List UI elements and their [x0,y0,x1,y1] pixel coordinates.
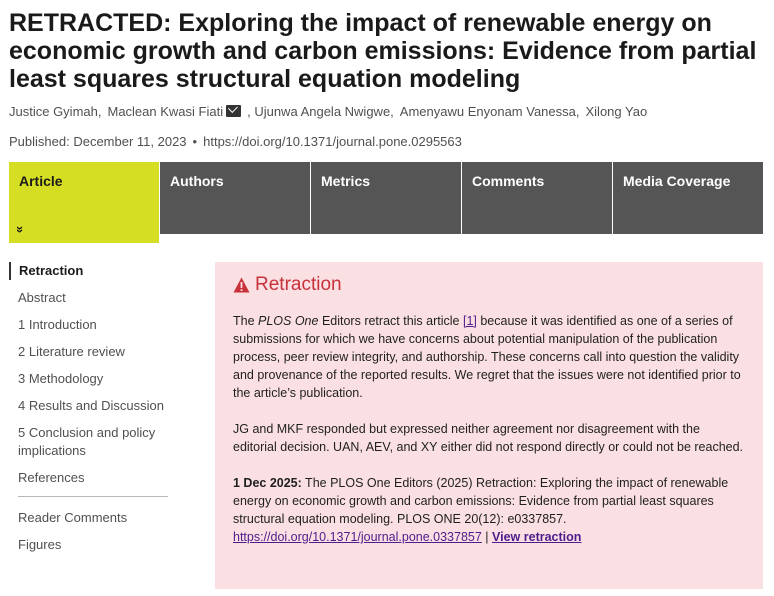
author-link[interactable]: , Ujunwa Angela Nwigwe, [247,104,394,119]
nav-item-reader-comments[interactable]: Reader Comments [9,509,169,527]
nav-item-literature-review[interactable]: 2 Literature review [9,343,169,361]
tab-label: Metrics [321,173,371,189]
tab-media-coverage[interactable]: Media Coverage [613,162,763,234]
retraction-heading: Retraction [233,274,745,296]
retraction-paragraph: The PLOS One Editors retract this articl… [233,314,741,400]
section-nav: Retraction Abstract 1 Introduction 2 Lit… [9,262,169,563]
journal-name: PLOS One [258,314,319,328]
bullet-separator: • [192,134,198,149]
nav-item-introduction[interactable]: 1 Introduction [9,316,169,334]
retraction-citation: 1 Dec 2025: The PLOS One Editors (2025) … [233,476,729,544]
author-link[interactable]: Maclean Kwasi Fiati [107,104,242,119]
tab-metrics[interactable]: Metrics [311,162,461,234]
author-response-paragraph: JG and MKF responded but expressed neith… [233,422,744,454]
nav-item-results[interactable]: 4 Results and Discussion [9,397,169,415]
publication-info: Published: December 11, 2023 • https://doi… [9,134,462,149]
author-link[interactable]: Amenyawu Enyonam Vanessa, [400,104,580,119]
retraction-heading-text: Retraction [255,274,342,295]
reference-link[interactable]: [1] [463,314,477,328]
citation-date: 1 Dec 2025: [233,476,302,490]
nav-item-references[interactable]: References [9,469,169,487]
article-tabs: Article » Authors Metrics Comments Media… [9,162,763,243]
author-list: Justice Gyimah, Maclean Kwasi Fiati , Ujun… [9,104,769,119]
tab-authors[interactable]: Authors [160,162,310,234]
tab-label: Media Coverage [623,173,731,189]
nav-item-methodology[interactable]: 3 Methodology [9,370,169,388]
tab-label: Authors [170,173,224,189]
tab-label: Comments [472,173,545,189]
published-date: Published: December 11, 2023 [9,134,187,149]
retraction-notice: Retraction The PLOS One Editors retract … [215,262,763,589]
chevron-down-icon: » [13,225,29,234]
nav-divider [18,496,168,497]
tab-article[interactable]: Article » [9,162,159,243]
nav-item-figures[interactable]: Figures [9,536,169,554]
doi-link[interactable]: https://doi.org/10.1371/journal.pone.029… [203,134,462,149]
author-link[interactable]: Justice Gyimah, [9,104,101,119]
nav-item-conclusion[interactable]: 5 Conclusion and policy implications [9,424,169,460]
article-title: RETRACTED: Exploring the impact of renew… [9,9,757,93]
warning-icon [233,277,250,293]
author-link[interactable]: Xilong Yao [586,104,648,119]
retraction-doi-link[interactable]: https://doi.org/10.1371/journal.pone.033… [233,530,482,544]
view-retraction-link[interactable]: View retraction [492,530,581,544]
tab-comments[interactable]: Comments [462,162,612,234]
nav-item-retraction[interactable]: Retraction [9,262,169,280]
email-icon[interactable] [226,105,242,117]
tab-label: Article [19,173,63,189]
nav-item-abstract[interactable]: Abstract [9,289,169,307]
